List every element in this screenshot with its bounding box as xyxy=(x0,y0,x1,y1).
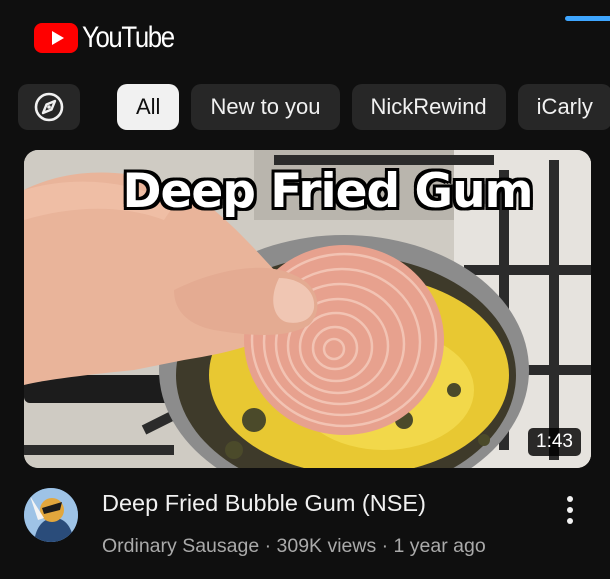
video-duration-badge: 1:43 xyxy=(528,428,581,456)
youtube-home-screen: YouTube All New to you NickRewind iCarly xyxy=(0,0,610,579)
thumbnail-title-text: Deep Fried Gum xyxy=(122,164,533,219)
filter-chip-bar: All New to you NickRewind iCarly xyxy=(18,84,610,130)
explore-chip[interactable] xyxy=(18,84,80,130)
video-thumbnail[interactable]: Deep Fried Gum 1:43 xyxy=(24,150,591,468)
more-vert-icon[interactable] xyxy=(560,490,580,530)
youtube-play-icon[interactable] xyxy=(34,23,78,53)
progress-accent-bar xyxy=(565,16,610,21)
compass-icon xyxy=(34,92,64,122)
youtube-logo-text[interactable]: YouTube xyxy=(82,21,175,55)
app-header: YouTube xyxy=(34,18,189,58)
chip-all[interactable]: All xyxy=(117,84,180,130)
chip-icarly[interactable]: iCarly xyxy=(517,84,610,130)
video-title[interactable]: Deep Fried Bubble Gum (NSE) xyxy=(102,490,426,517)
avatar-image xyxy=(24,488,78,542)
channel-avatar[interactable] xyxy=(24,488,78,542)
chip-nickrewind[interactable]: NickRewind xyxy=(351,84,506,130)
video-meta: Deep Fried Bubble Gum (NSE) Ordinary Sau… xyxy=(24,486,610,566)
chip-new-to-you[interactable]: New to you xyxy=(191,84,340,130)
video-metadata-line: Ordinary Sausage · 309K views · 1 year a… xyxy=(102,535,486,557)
